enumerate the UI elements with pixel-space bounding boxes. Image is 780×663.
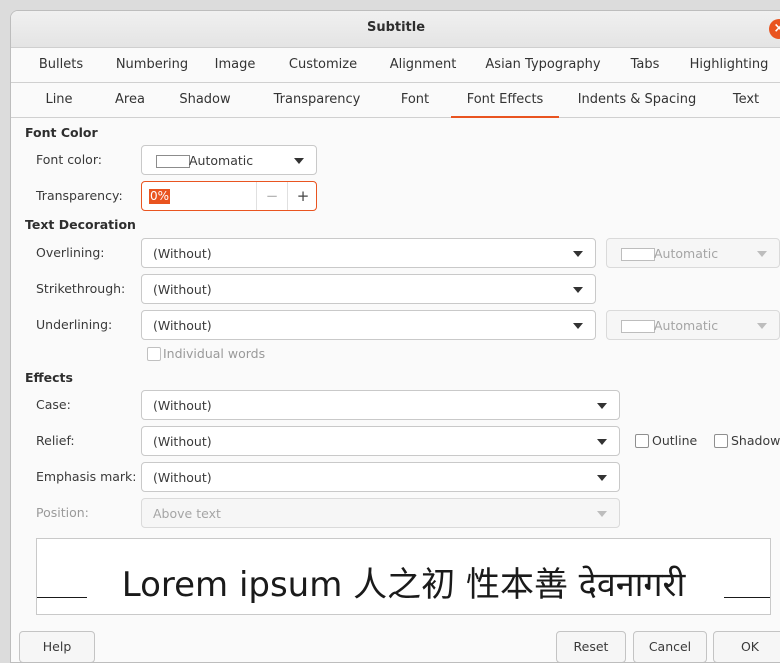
cancel-button[interactable]: Cancel <box>633 631 707 662</box>
dialog-title: Subtitle <box>366 20 426 35</box>
transparency-spinbox[interactable]: 0% − + <box>141 181 317 211</box>
relief-label: Relief: <box>36 433 75 448</box>
overlining-select[interactable]: (Without) <box>141 238 596 268</box>
chevron-down-icon <box>757 251 767 257</box>
font-preview: Lorem ipsum 人之初 性本善 देवनागरी <box>36 538 771 615</box>
tab-numbering[interactable]: Numbering <box>111 48 193 82</box>
color-swatch <box>621 248 655 261</box>
tab-tabs[interactable]: Tabs <box>624 48 666 82</box>
reset-button[interactable]: Reset <box>556 631 626 662</box>
chevron-down-icon <box>573 287 583 293</box>
preview-text: Lorem ipsum 人之初 性本善 देवनागरी <box>121 565 686 605</box>
underlining-value: (Without) <box>153 318 212 333</box>
font-color-value: Automatic <box>189 153 254 168</box>
emphasis-mark-label: Emphasis mark: <box>36 469 137 484</box>
outline-checkbox[interactable] <box>635 434 649 448</box>
transparency-value[interactable]: 0% <box>149 189 171 204</box>
case-value: (Without) <box>153 398 212 413</box>
overline-color-value: Automatic <box>654 246 719 261</box>
overlining-value: (Without) <box>153 246 212 261</box>
tab-alignment[interactable]: Alignment <box>383 48 463 82</box>
font-color-label: Font color: <box>36 152 102 167</box>
font-effects-dialog: Subtitle × Bullets Numbering Image Custo… <box>10 10 780 663</box>
individual-words-label: Individual words <box>163 346 266 361</box>
tab-bullets[interactable]: Bullets <box>27 48 95 82</box>
help-button[interactable]: Help <box>19 631 95 662</box>
emphasis-mark-value: (Without) <box>153 470 212 485</box>
tab-area[interactable]: Area <box>111 83 149 117</box>
emphasis-mark-select[interactable]: (Without) <box>141 462 620 492</box>
overlining-label: Overlining: <box>36 245 105 260</box>
chevron-down-icon <box>597 511 607 517</box>
color-swatch <box>621 320 655 333</box>
shadow-label: Shadow <box>731 433 780 448</box>
strikethrough-select[interactable]: (Without) <box>141 274 596 304</box>
close-icon[interactable]: × <box>769 19 780 39</box>
tab-font-effects[interactable]: Font Effects <box>451 83 559 118</box>
tab-line[interactable]: Line <box>35 83 83 117</box>
font-color-button[interactable]: Automatic <box>141 145 317 175</box>
tab-asian-typography[interactable]: Asian Typography <box>481 48 605 82</box>
ok-button[interactable]: OK <box>713 631 780 662</box>
transparency-label: Transparency: <box>36 188 123 203</box>
section-font-color: Font Color <box>25 125 98 140</box>
individual-words-checkbox[interactable] <box>147 347 161 361</box>
position-label: Position: <box>36 505 89 520</box>
chevron-down-icon <box>597 475 607 481</box>
tab-customize[interactable]: Customize <box>283 48 363 82</box>
preview-underline-right <box>724 597 770 598</box>
tab-image[interactable]: Image <box>208 48 262 82</box>
section-effects: Effects <box>25 370 73 385</box>
decrement-button[interactable]: − <box>256 182 287 210</box>
underline-color-value: Automatic <box>654 318 719 333</box>
tab-font[interactable]: Font <box>392 83 438 117</box>
chevron-down-icon <box>573 251 583 257</box>
position-value: Above text <box>153 506 221 521</box>
tab-transparency[interactable]: Transparency <box>267 83 367 117</box>
tab-text[interactable]: Text <box>723 83 769 117</box>
chevron-down-icon <box>757 323 767 329</box>
relief-select[interactable]: (Without) <box>141 426 620 456</box>
increment-button[interactable]: + <box>287 182 318 210</box>
tab-row-1: Bullets Numbering Image Customize Alignm… <box>11 48 780 83</box>
tab-indents-spacing[interactable]: Indents & Spacing <box>577 83 697 117</box>
title-bar: Subtitle × <box>11 11 780 48</box>
overline-color-button[interactable]: Automatic <box>606 238 780 268</box>
chevron-down-icon <box>597 403 607 409</box>
section-text-decoration: Text Decoration <box>25 217 136 232</box>
chevron-down-icon <box>294 158 304 164</box>
chevron-down-icon <box>573 323 583 329</box>
strikethrough-value: (Without) <box>153 282 212 297</box>
underlining-label: Underlining: <box>36 317 113 332</box>
relief-value: (Without) <box>153 434 212 449</box>
case-select[interactable]: (Without) <box>141 390 620 420</box>
outline-label: Outline <box>652 433 698 448</box>
strikethrough-label: Strikethrough: <box>36 281 126 296</box>
shadow-checkbox[interactable] <box>714 434 728 448</box>
color-swatch <box>156 155 190 168</box>
tab-highlighting[interactable]: Highlighting <box>683 48 775 82</box>
case-label: Case: <box>36 397 71 412</box>
tab-row-2: Line Area Shadow Transparency Font Font … <box>11 83 780 118</box>
tab-shadow[interactable]: Shadow <box>175 83 235 117</box>
underline-color-button[interactable]: Automatic <box>606 310 780 340</box>
chevron-down-icon <box>597 439 607 445</box>
position-select[interactable]: Above text <box>141 498 620 528</box>
underlining-select[interactable]: (Without) <box>141 310 596 340</box>
